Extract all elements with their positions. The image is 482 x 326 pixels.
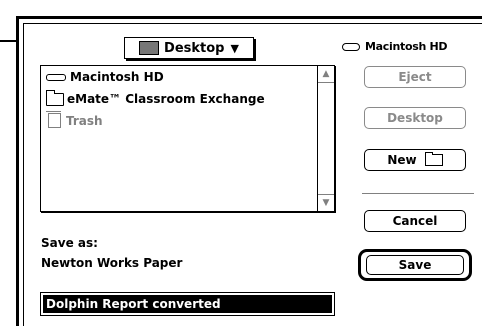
- trash-icon: [46, 111, 61, 128]
- save-as-label: Save as:: [41, 236, 98, 250]
- scrollbar[interactable]: ▲ ▼: [317, 66, 334, 211]
- triangle-down-icon: ▼: [230, 41, 239, 55]
- file-list[interactable]: Macintosh HD eMate™ Classroom Exchange T…: [40, 65, 335, 212]
- save-button-face: Save: [366, 255, 464, 275]
- volume-name: Macintosh HD: [365, 40, 448, 53]
- cancel-button[interactable]: Cancel: [364, 210, 466, 232]
- folder-popup-label: Desktop: [164, 40, 225, 56]
- desktop-button-label: Desktop: [387, 111, 443, 125]
- file-format-label: Newton Works Paper: [41, 256, 183, 270]
- separator: [362, 193, 474, 194]
- new-folder-button-label: New: [387, 153, 417, 167]
- save-button-label: Save: [398, 258, 432, 272]
- new-folder-icon: [424, 152, 443, 166]
- folder-icon: [139, 41, 160, 55]
- screen: Desktop ▼ Macintosh HD Macintosh HD eMat…: [0, 0, 482, 326]
- list-item-label: eMate™ Classroom Exchange: [67, 92, 265, 106]
- list-item[interactable]: Macintosh HD: [46, 70, 164, 84]
- filename-selected-text: Dolphin Report converted: [43, 295, 332, 313]
- folder-popup-menu[interactable]: Desktop ▼: [124, 37, 254, 59]
- save-button[interactable]: Save: [358, 249, 472, 281]
- list-item-label: Macintosh HD: [70, 70, 164, 84]
- save-dialog: Desktop ▼ Macintosh HD Macintosh HD eMat…: [16, 16, 482, 326]
- scroll-down-arrow-icon[interactable]: ▼: [318, 194, 334, 211]
- filename-field[interactable]: Dolphin Report converted: [40, 292, 335, 316]
- dialog-frame: Desktop ▼ Macintosh HD Macintosh HD eMat…: [23, 23, 482, 326]
- eject-button-label: Eject: [398, 70, 432, 84]
- list-item[interactable]: Trash: [46, 111, 103, 128]
- disk-icon: [342, 42, 360, 51]
- list-item[interactable]: eMate™ Classroom Exchange: [46, 89, 265, 106]
- current-volume: Macintosh HD: [342, 40, 448, 53]
- scroll-up-arrow-icon[interactable]: ▲: [318, 66, 334, 83]
- disk-icon: [46, 73, 66, 81]
- desktop-button[interactable]: Desktop: [364, 107, 466, 129]
- eject-button[interactable]: Eject: [364, 66, 466, 88]
- folder-icon: [46, 89, 64, 106]
- cancel-button-label: Cancel: [392, 214, 438, 228]
- new-folder-button[interactable]: New: [364, 149, 466, 171]
- list-item-label: Trash: [66, 113, 103, 128]
